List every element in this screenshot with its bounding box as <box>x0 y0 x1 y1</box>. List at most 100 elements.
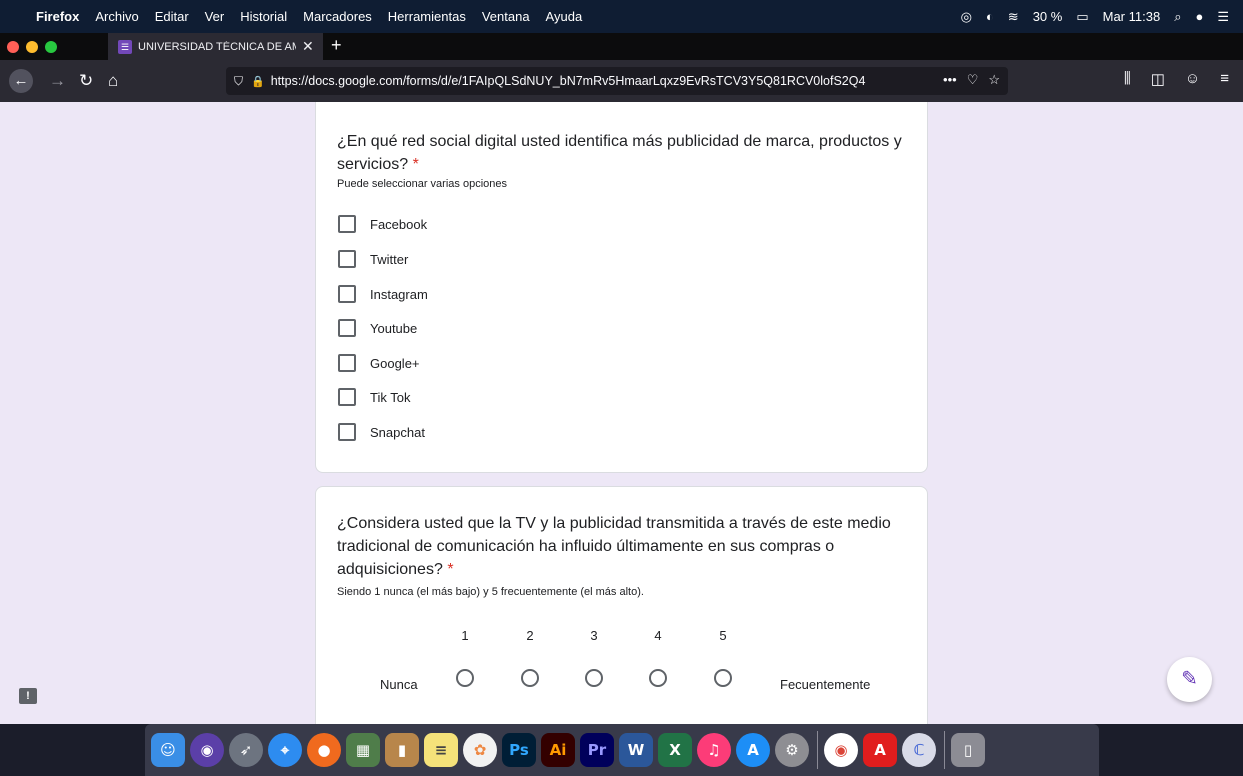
preview-icon[interactable]: ▦ <box>346 733 380 767</box>
option-label: Google+ <box>370 355 420 371</box>
chrome-icon[interactable]: ◉ <box>824 733 858 767</box>
pocket-icon[interactable]: ♡ <box>967 72 979 88</box>
adobe-creative-cloud-icon[interactable]: A <box>863 733 897 767</box>
photoshop-icon[interactable]: Ps <box>502 733 536 767</box>
firefox-icon[interactable]: ● <box>307 733 341 767</box>
macos-dock: ☺ ◉ ➶ ⌖ ● ▦ ▮ ≡ ✿ Ps Ai Pr W X ♫ A ⚙ ◉ A… <box>145 724 1099 776</box>
sidebar-icon[interactable]: ◫ <box>1151 70 1165 88</box>
bookmark-star-icon[interactable]: ☆ <box>988 72 1000 88</box>
control-center-icon[interactable]: ☰ <box>1217 9 1229 25</box>
option-facebook[interactable]: Facebook <box>338 214 427 234</box>
launchpad-icon[interactable]: ➶ <box>229 733 263 767</box>
reload-icon[interactable]: ↻ <box>79 70 93 92</box>
menu-historial[interactable]: Historial <box>240 9 287 24</box>
scale-radio-4[interactable] <box>649 669 667 687</box>
menu-hamburger-icon[interactable]: ≡ <box>1220 70 1229 88</box>
battery-percent[interactable]: 30 % <box>1033 9 1063 24</box>
menu-herramientas[interactable]: Herramientas <box>388 9 466 24</box>
option-tik-tok[interactable]: Tik Tok <box>338 387 410 407</box>
scale-number-4: 4 <box>654 628 662 643</box>
contacts-icon[interactable]: ▮ <box>385 733 419 767</box>
option-label: Snapchat <box>370 424 425 440</box>
checkbox[interactable] <box>338 250 356 268</box>
word-icon[interactable]: W <box>619 733 653 767</box>
checkbox[interactable] <box>338 319 356 337</box>
report-feedback-icon[interactable]: ! <box>19 688 37 704</box>
close-window-button[interactable] <box>7 41 19 53</box>
trash-icon[interactable]: ▯ <box>951 733 985 767</box>
downloads-stack-icon[interactable]: ℂ <box>902 733 936 767</box>
scale-radio-2[interactable] <box>521 669 539 687</box>
google-forms-icon: ☰ <box>118 39 132 54</box>
scale-low-label: Nunca <box>380 677 418 692</box>
music-icon[interactable]: ♫ <box>697 733 731 767</box>
new-tab-button[interactable]: + <box>331 35 342 56</box>
question-title: ¿Considera usted que la TV y la publicid… <box>337 512 912 581</box>
home-icon[interactable]: ⌂ <box>108 70 118 92</box>
menu-ver[interactable]: Ver <box>205 9 225 24</box>
scale-radio-5[interactable] <box>714 669 732 687</box>
close-tab-icon[interactable]: ✕ <box>302 38 314 55</box>
forward-arrow-icon[interactable]: → <box>49 70 66 92</box>
checkbox[interactable] <box>338 285 356 303</box>
option-twitter[interactable]: Twitter <box>338 249 408 269</box>
url-bar[interactable]: ⛉ 🔒 https://docs.google.com/forms/d/e/1F… <box>226 67 1008 95</box>
scale-number-5: 5 <box>719 628 727 643</box>
option-label: Youtube <box>370 320 418 336</box>
scale-high-label: Fecuentemente <box>780 677 871 692</box>
wifi-icon[interactable]: ≋ <box>1008 9 1019 25</box>
safari-icon[interactable]: ⌖ <box>268 733 302 767</box>
notes-icon[interactable]: ≡ <box>424 733 458 767</box>
menu-ayuda[interactable]: Ayuda <box>546 9 583 24</box>
scale-number-3: 3 <box>590 628 598 643</box>
option-snapchat[interactable]: Snapchat <box>338 422 425 442</box>
menu-archivo[interactable]: Archivo <box>95 9 138 24</box>
minimize-window-button[interactable] <box>26 41 38 53</box>
battery-icon[interactable]: ▭ <box>1076 9 1088 25</box>
back-arrow-icon[interactable]: ← <box>9 69 33 93</box>
scale-radio-1[interactable] <box>456 669 474 687</box>
tab-active[interactable]: ☰ UNIVERSIDAD TÉCNICA DE AM ✕ <box>108 33 323 60</box>
status-app-icon[interactable]: ◐ <box>986 9 994 24</box>
system-preferences-icon[interactable]: ⚙ <box>775 733 809 767</box>
premiere-icon[interactable]: Pr <box>580 733 614 767</box>
tracking-shield-icon[interactable]: ⛉ <box>234 74 243 89</box>
library-icon[interactable]: ⫼ <box>1124 70 1131 88</box>
siri-icon[interactable]: ● <box>1195 9 1203 24</box>
url-text[interactable]: https://docs.google.com/forms/d/e/1FAIpQ… <box>271 74 953 88</box>
required-asterisk: * <box>447 561 454 578</box>
page-actions-icon[interactable]: ••• <box>943 72 957 88</box>
page-content: ¿En qué red social digital usted identif… <box>0 102 1243 724</box>
edit-pencil-icon[interactable]: ✎ <box>1167 657 1212 702</box>
lock-icon[interactable]: 🔒 <box>251 75 265 88</box>
photos-icon[interactable]: ✿ <box>463 733 497 767</box>
option-youtube[interactable]: Youtube <box>338 318 417 338</box>
menu-firefox[interactable]: Firefox <box>36 9 79 24</box>
option-google-plus[interactable]: Google+ <box>338 353 420 373</box>
question-help: Siendo 1 nunca (el más bajo) y 5 frecuen… <box>337 586 644 598</box>
checkbox[interactable] <box>338 354 356 372</box>
question-help: Puede seleccionar varias opciones <box>337 178 507 190</box>
finder-icon[interactable]: ☺ <box>151 733 185 767</box>
scale-radio-3[interactable] <box>585 669 603 687</box>
excel-icon[interactable]: X <box>658 733 692 767</box>
siri-icon[interactable]: ◉ <box>190 733 224 767</box>
question-card-tv-influence: ¿Considera usted que la TV y la publicid… <box>315 486 928 724</box>
menu-marcadores[interactable]: Marcadores <box>303 9 372 24</box>
checkbox[interactable] <box>338 388 356 406</box>
clock[interactable]: Mar 11:38 <box>1103 9 1161 24</box>
scale-number-2: 2 <box>526 628 534 643</box>
illustrator-icon[interactable]: Ai <box>541 733 575 767</box>
option-instagram[interactable]: Instagram <box>338 284 428 304</box>
account-icon[interactable]: ☺ <box>1185 70 1200 88</box>
menu-editar[interactable]: Editar <box>155 9 189 24</box>
checkbox[interactable] <box>338 215 356 233</box>
app-store-icon[interactable]: A <box>736 733 770 767</box>
zoom-window-button[interactable] <box>45 41 57 53</box>
dock-separator <box>944 731 945 769</box>
dock-separator <box>817 731 818 769</box>
spotlight-search-icon[interactable]: ⌕ <box>1174 9 1181 25</box>
screen-mirror-icon[interactable]: ◎ <box>961 9 972 25</box>
menu-ventana[interactable]: Ventana <box>482 9 530 24</box>
checkbox[interactable] <box>338 423 356 441</box>
